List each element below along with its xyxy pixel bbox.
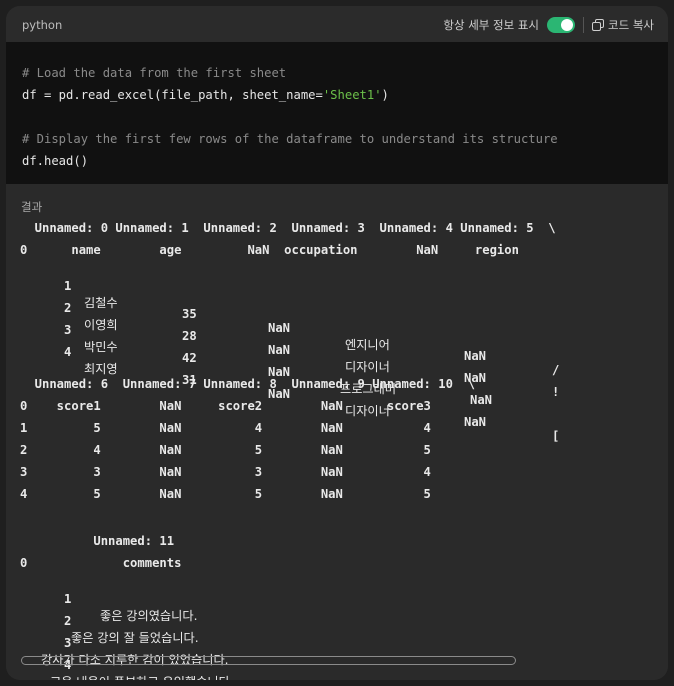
name-cell: 박민수 xyxy=(84,340,118,354)
code-comment-1: # Load the data from the first sheet xyxy=(22,66,287,80)
copy-label: 코드 복사 xyxy=(608,18,654,32)
table-row: 3 3 NaN 3 NaN 4 xyxy=(20,465,431,479)
nan-cell: NaN xyxy=(470,393,493,407)
row-index: 4 xyxy=(64,345,72,359)
divider xyxy=(583,17,585,33)
comment-cell: 교육 내용이 풍부하고 유익했습니다. xyxy=(50,672,234,680)
region-cell-cut: ! xyxy=(552,385,560,399)
code-line-read-excel: df = pd.read_excel(file_path, sheet_name… xyxy=(22,88,389,102)
occupation-cell: 엔지니어 xyxy=(345,338,390,352)
nan-cell: NaN xyxy=(268,321,291,335)
region-cell-cut: [ xyxy=(552,429,560,443)
code-text: ) xyxy=(381,88,389,102)
age-cell: 28 xyxy=(182,329,197,343)
code-comment-2: # Display the first few rows of the data… xyxy=(22,132,558,146)
comment-cell: 좋은 강의 잘 들었습니다. xyxy=(71,631,199,645)
table-row: 4 최지영 31 NaN 디자이너 NaN [ xyxy=(20,331,559,457)
header-actions: 항상 세부 정보 표시 코드 복사 xyxy=(443,14,654,36)
age-cell: 42 xyxy=(182,351,197,365)
code-output-card: python 항상 세부 정보 표시 코드 복사 # Load the data… xyxy=(6,6,668,680)
details-toggle[interactable] xyxy=(547,17,576,33)
table-row: 2 4 NaN 5 NaN 5 xyxy=(20,443,431,457)
name-cell: 최지영 xyxy=(84,362,118,376)
toggle-knob xyxy=(561,19,574,31)
region-cell-cut: / xyxy=(552,363,560,377)
name-cell: 이영희 xyxy=(84,318,118,332)
language-label: python xyxy=(22,18,63,32)
code-text: df = pd.read_excel(file_path, sheet_name… xyxy=(22,88,323,102)
nan-cell: NaN xyxy=(268,343,291,357)
code-block[interactable]: # Load the data from the first sheet df … xyxy=(6,42,668,184)
block2-header: Unnamed: 6 Unnamed: 7 Unnamed: 8 Unnamed… xyxy=(20,377,475,391)
block1-row0: 0 name age NaN occupation NaN region xyxy=(20,243,519,257)
nan-cell: NaN xyxy=(464,349,487,363)
result-label: 결과 xyxy=(21,200,43,214)
block3-header: Unnamed: 11 xyxy=(20,534,175,548)
age-cell: 35 xyxy=(182,307,197,321)
block2-row0: 0 score1 NaN score2 NaN score3 xyxy=(20,399,431,413)
comment-cell: 좋은 강의였습니다. xyxy=(100,609,198,623)
code-header: python 항상 세부 정보 표시 코드 복사 xyxy=(6,6,668,44)
nan-cell: NaN xyxy=(464,415,487,429)
table-row: 1 5 NaN 4 NaN 4 xyxy=(20,421,431,435)
table-row: 4 5 NaN 5 NaN 5 xyxy=(20,487,431,501)
copy-code-button[interactable]: 코드 복사 xyxy=(592,17,654,33)
block1-header: Unnamed: 0 Unnamed: 1 Unnamed: 2 Unnamed… xyxy=(20,221,556,235)
code-string: 'Sheet1' xyxy=(322,88,382,102)
horizontal-scrollbar[interactable] xyxy=(21,656,516,665)
name-cell: 김철수 xyxy=(84,296,118,310)
block3-row0: 0 comments xyxy=(20,556,182,570)
copy-icon xyxy=(592,19,605,31)
occupation-cell: 디자이너 xyxy=(345,360,390,374)
code-line-head: df.head() xyxy=(22,154,89,168)
result-panel[interactable]: 결과 Unnamed: 0 Unnamed: 1 Unnamed: 2 Unna… xyxy=(6,184,668,680)
toggle-label: 항상 세부 정보 표시 xyxy=(443,18,540,32)
